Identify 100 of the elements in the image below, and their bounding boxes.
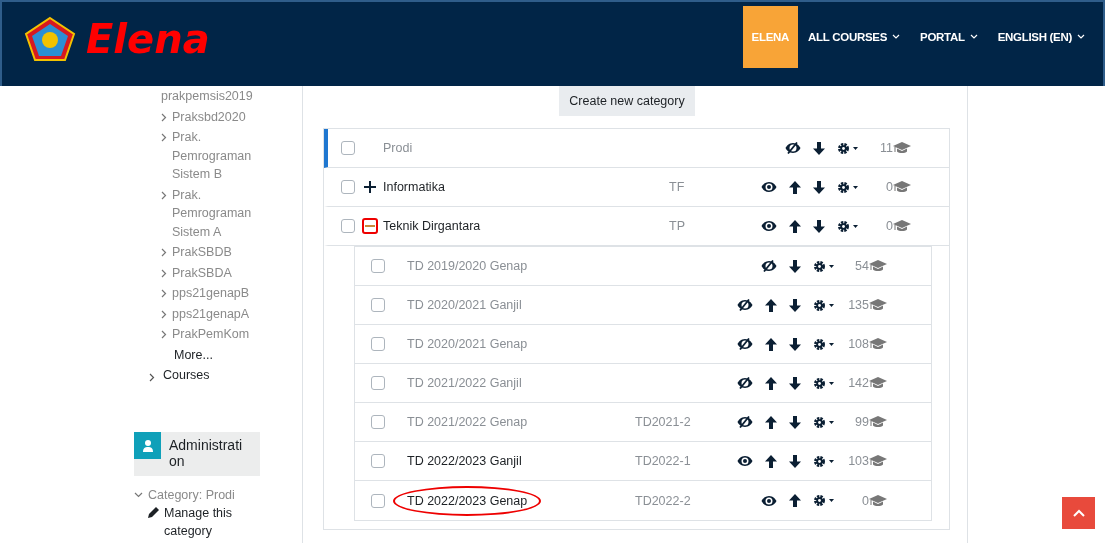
arrow-up-icon[interactable] <box>789 180 801 194</box>
tree-item[interactable]: Praksbd2020 <box>172 107 246 126</box>
arrow-down-icon[interactable] <box>813 180 825 194</box>
eye-slash-icon[interactable] <box>761 260 777 272</box>
checkbox[interactable] <box>341 180 355 194</box>
arrow-up-icon[interactable] <box>765 298 777 312</box>
checkbox[interactable] <box>371 415 385 429</box>
tree-item[interactable]: pps21genapB <box>172 284 250 303</box>
arrow-up-icon[interactable] <box>789 219 801 233</box>
checkbox[interactable] <box>371 259 385 273</box>
checkbox[interactable] <box>341 141 355 155</box>
category-name[interactable]: TD 2022/2023 Ganjil <box>407 454 522 468</box>
category-name[interactable]: Informatika <box>383 180 445 194</box>
category-name[interactable]: Prodi <box>383 141 413 155</box>
checkbox[interactable] <box>371 298 385 312</box>
arrow-up-icon[interactable] <box>789 494 801 507</box>
arrow-down-icon[interactable] <box>789 298 801 312</box>
tree-item[interactable]: More... <box>174 345 213 364</box>
tree-item[interactable]: Prak. Pemrograman Sistem B <box>172 128 276 184</box>
arrow-up-icon[interactable] <box>765 454 777 468</box>
arrow-down-icon[interactable] <box>789 415 801 429</box>
category-name[interactable]: TD 2020/2021 Ganjil <box>407 298 522 312</box>
subcategory-row[interactable]: TD 2022/2023 Genap TD2022-2 0 <box>355 481 931 520</box>
arrow-down-icon[interactable] <box>813 141 825 155</box>
tree-item[interactable]: Prak. Pemrograman Sistem A <box>172 185 276 241</box>
tree-item[interactable]: PrakSBDA <box>172 263 232 282</box>
category-name[interactable]: TD 2019/2020 Genap <box>407 259 528 273</box>
category-row[interactable]: Prodi 11 <box>324 129 949 168</box>
eye-slash-icon[interactable] <box>737 416 753 428</box>
checkbox[interactable] <box>371 454 385 468</box>
arrow-down-icon[interactable] <box>789 376 801 390</box>
course-count: 0 <box>862 493 869 508</box>
logo-icon <box>24 16 76 62</box>
create-category-button[interactable]: Create new category <box>559 86 695 116</box>
course-count: 142 <box>848 376 869 390</box>
graduation-cap-icon <box>893 181 911 193</box>
course-count: 11 <box>880 141 893 155</box>
arrow-up-icon[interactable] <box>765 376 777 390</box>
block-title: Administration <box>169 436 244 469</box>
tree-item[interactable]: prakpemsis2019 <box>161 87 253 106</box>
subcategory-row[interactable]: TD 2021/2022 Genap TD2021-2 99 <box>355 403 931 442</box>
tree-item[interactable]: Category: Prodi <box>148 488 235 502</box>
nav-link[interactable]: ENGLISH (EN) <box>987 6 1095 68</box>
tree-item[interactable]: PrakSBDB <box>172 243 232 262</box>
eye-slash-icon[interactable] <box>737 377 753 389</box>
settings-icon[interactable] <box>813 494 835 507</box>
subcategory-row[interactable]: TD 2021/2022 Ganjil 142 <box>355 364 931 403</box>
nav-link[interactable]: ALL COURSES <box>798 6 910 68</box>
subcategory-row[interactable]: TD 2020/2021 Ganjil 135 <box>355 286 931 325</box>
category-row[interactable]: Teknik Dirgantara TP 0 <box>324 207 949 246</box>
category-name[interactable]: TD 2021/2022 Ganjil <box>407 376 522 390</box>
category-name[interactable]: TD 2021/2022 Genap <box>407 415 528 429</box>
eye-slash-icon[interactable] <box>785 142 801 154</box>
nav-link[interactable]: ELENA <box>742 6 799 68</box>
brand-name[interactable]: Elena <box>86 16 210 62</box>
tree-item[interactable]: PrakPemKom <box>172 325 250 344</box>
arrow-down-icon[interactable] <box>813 219 825 233</box>
settings-icon[interactable] <box>837 219 859 233</box>
eye-icon[interactable] <box>761 181 777 193</box>
arrow-down-icon[interactable] <box>789 337 801 351</box>
category-row[interactable]: Informatika TF 0 <box>324 168 949 207</box>
settings-icon[interactable] <box>813 376 835 390</box>
settings-icon[interactable] <box>813 337 835 351</box>
manage-link[interactable]: Manage this category <box>164 504 257 540</box>
settings-icon[interactable] <box>837 180 859 194</box>
checkbox[interactable] <box>341 219 355 233</box>
subcategory-row[interactable]: TD 2019/2020 Genap 54 <box>355 247 931 286</box>
nav-link[interactable]: PORTAL <box>910 6 988 68</box>
eye-icon[interactable] <box>761 494 777 507</box>
eye-icon[interactable] <box>737 455 753 467</box>
eye-slash-icon[interactable] <box>737 299 753 311</box>
plus-icon[interactable] <box>362 179 378 195</box>
minus-icon[interactable] <box>362 218 378 234</box>
category-name[interactable]: TD 2022/2023 Genap <box>393 485 542 516</box>
arrow-down-icon[interactable] <box>789 259 801 273</box>
category-name[interactable]: TD 2020/2021 Genap <box>407 337 528 351</box>
category-idnumber: TF <box>669 180 685 194</box>
tree-item[interactable]: Courses <box>163 366 210 384</box>
eye-icon[interactable] <box>761 220 777 232</box>
category-idnumber: TD2022-2 <box>635 493 691 508</box>
checkbox[interactable] <box>371 376 385 390</box>
subcategory-row[interactable]: TD 2020/2021 Genap 108 <box>355 325 931 364</box>
settings-icon[interactable] <box>813 259 835 273</box>
graduation-cap-icon <box>869 260 887 272</box>
arrow-up-icon[interactable] <box>765 337 777 351</box>
tree-item[interactable]: pps21genapA <box>172 304 250 323</box>
settings-icon[interactable] <box>813 298 835 312</box>
settings-icon[interactable] <box>813 454 835 468</box>
settings-icon[interactable] <box>813 415 835 429</box>
category-name[interactable]: Teknik Dirgantara <box>383 219 481 233</box>
arrow-down-icon[interactable] <box>789 454 801 468</box>
subcategory-row[interactable]: TD 2022/2023 Ganjil TD2022-1 103 <box>355 442 931 481</box>
graduation-cap-icon <box>869 455 887 467</box>
arrow-up-icon[interactable] <box>765 415 777 429</box>
scroll-to-top-button[interactable] <box>1062 497 1095 529</box>
checkbox[interactable] <box>371 493 385 508</box>
eye-slash-icon[interactable] <box>737 338 753 350</box>
category-idnumber: TP <box>669 219 685 233</box>
checkbox[interactable] <box>371 337 385 351</box>
settings-icon[interactable] <box>837 141 859 155</box>
